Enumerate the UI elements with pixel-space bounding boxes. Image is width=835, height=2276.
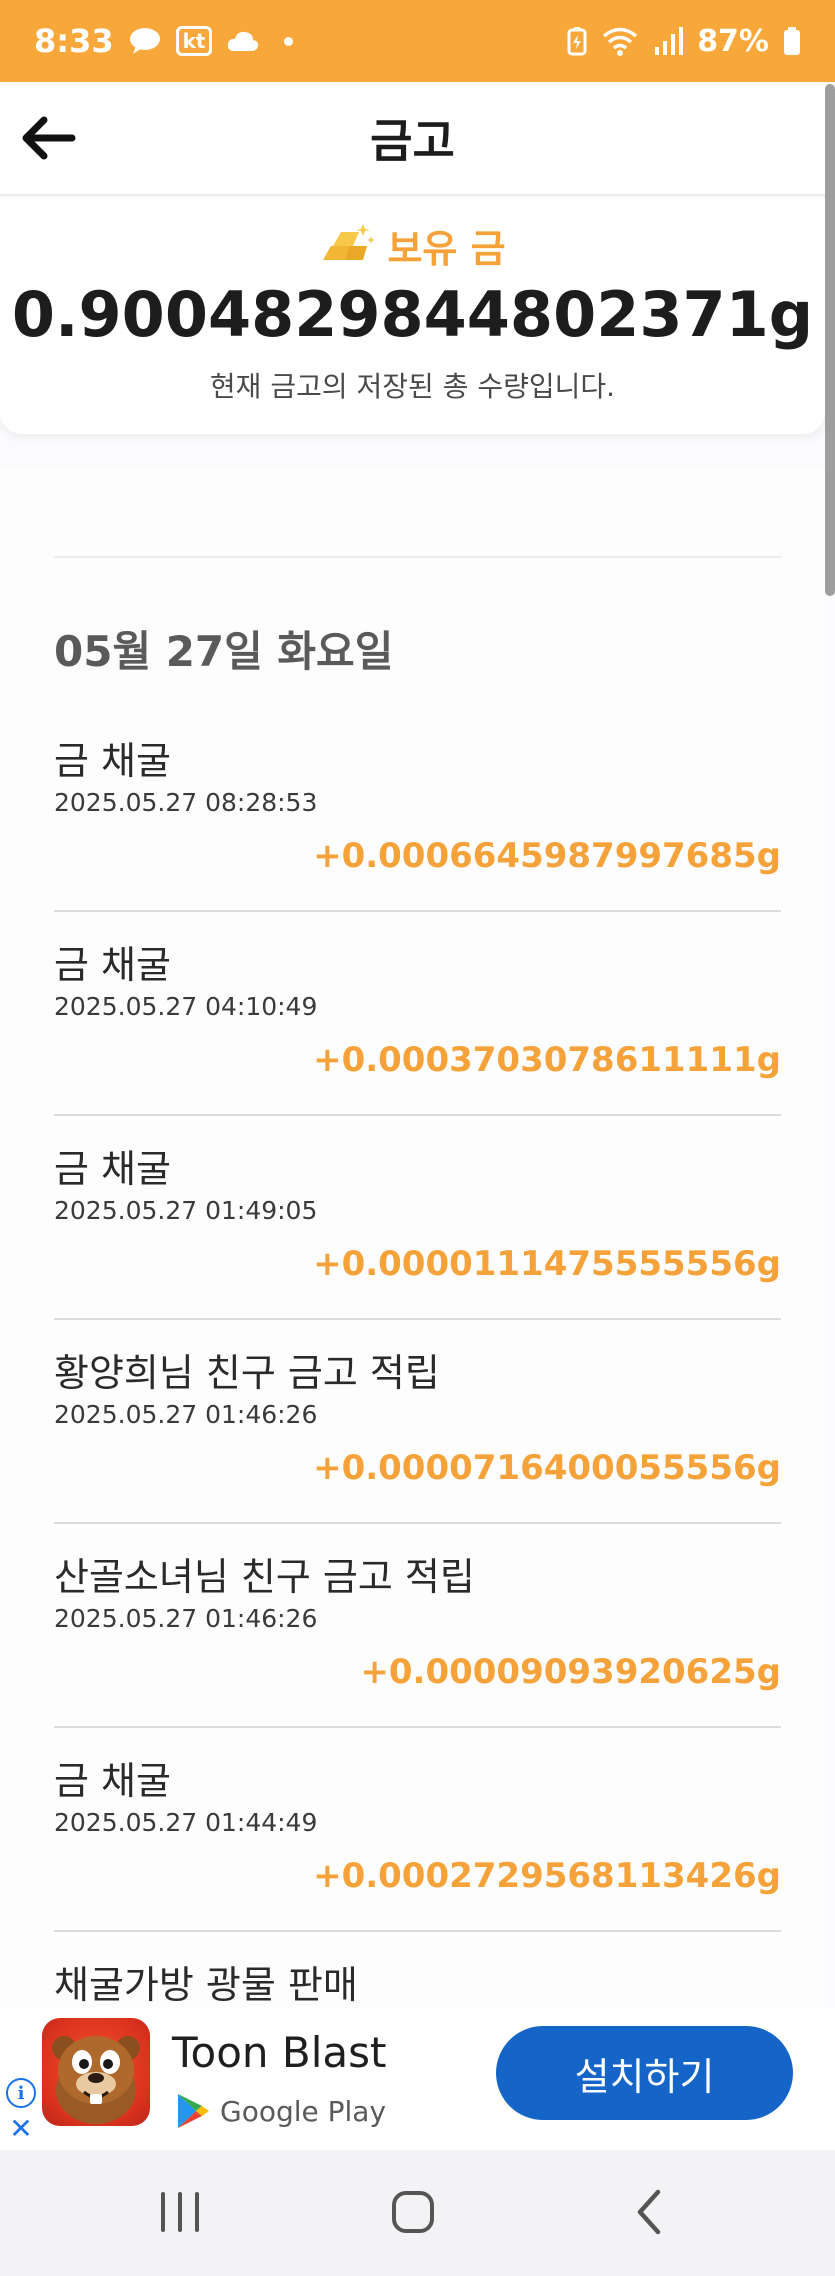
balance-description: 현재 금고의 저장된 총 수량입니다. [209,370,616,403]
page-title: 금고 [370,114,455,168]
app-icon[interactable] [42,2018,150,2126]
list-item[interactable]: 금 채굴 2025.05.27 08:28:53 +0.000664598799… [54,708,781,912]
entry-amount: +0.0006645987997685g [313,836,781,876]
entry-time: 2025.05.27 04:10:49 [54,992,318,1021]
app-header: 금고 [0,82,825,196]
recent-apps-button[interactable] [145,2182,215,2242]
list-item[interactable]: 채굴가방 광물 판매 [54,1932,781,2020]
list-item[interactable]: 금 채굴 2025.05.27 04:10:49 +0.000370307861… [54,912,781,1116]
balance-card: 보유 금 0.9004829844802371g 현재 금고의 저장된 총 수량… [0,198,825,434]
ad-app-name: Toon Blast [172,2028,387,2077]
ad-close-icon[interactable]: ✕ [8,2115,34,2143]
status-bar: 8:33 kt 87% [0,0,835,82]
entry-title: 금 채굴 [54,943,171,987]
chat-icon [128,26,162,56]
ad-store-label: Google Play [220,2094,387,2128]
cloud-icon [226,29,260,53]
scrollbar[interactable] [825,84,835,596]
entry-title: 금 채굴 [54,1147,171,1191]
chevron-left-icon [637,2189,661,2235]
back-button[interactable] [18,108,78,168]
ad-banner[interactable]: i ✕ Toon Blast Google Play 설치하기 [0,2008,835,2150]
date-header: 05월 27일 화요일 [54,627,394,676]
install-button[interactable]: 설치하기 [496,2026,793,2120]
back-arrow-icon [22,116,76,160]
system-nav-bar [0,2150,835,2276]
signal-icon [653,27,684,55]
balance-value: 0.9004829844802371g [11,278,814,351]
entry-time: 2025.05.27 01:46:26 [54,1604,318,1633]
divider [54,556,781,558]
entry-amount: +0.0000716400055556g [313,1448,781,1488]
balance-label: 보유 금 [387,226,506,271]
list-item[interactable]: 산골소녀님 친구 금고 적립 2025.05.27 01:46:26 +0.00… [54,1524,781,1728]
entry-title: 금 채굴 [54,739,171,783]
entry-time: 2025.05.27 01:46:26 [54,1400,318,1429]
google-play-icon [178,2094,209,2128]
home-icon [392,2191,434,2233]
beaver-icon [52,2036,140,2124]
list-item[interactable]: 금 채굴 2025.05.27 01:44:49 +0.000272956811… [54,1728,781,1932]
entry-title: 채굴가방 광물 판매 [54,1963,358,2007]
entry-amount: +0.0000111475555556g [313,1244,781,1284]
entry-time: 2025.05.27 08:28:53 [54,788,318,817]
battery-saver-icon [567,26,587,56]
ad-info-icon[interactable]: i [6,2078,36,2108]
recent-apps-icon [161,2192,199,2232]
back-nav-button[interactable] [614,2182,684,2242]
entry-title: 금 채굴 [54,1759,171,1803]
entry-amount: +0.0003703078611111g [313,1040,781,1080]
carrier-badge: kt [175,26,213,56]
notification-dot [284,36,294,46]
history-list: 05월 27일 화요일 금 채굴 2025.05.27 08:28:53 +0.… [0,470,825,2020]
entry-title: 황양희님 친구 금고 적립 [54,1351,440,1395]
home-button[interactable] [378,2182,448,2242]
gold-bars-icon [319,220,377,270]
list-item[interactable]: 금 채굴 2025.05.27 01:49:05 +0.000011147555… [54,1116,781,1320]
battery-icon [783,26,801,56]
wifi-icon [601,26,639,56]
entry-amount: +0.0002729568113426g [313,1856,781,1896]
battery-percent: 87% [697,23,769,59]
status-time: 8:33 [34,22,114,60]
entry-title: 산골소녀님 친구 금고 적립 [54,1555,475,1599]
ad-store: Google Play [176,2092,386,2130]
entry-time: 2025.05.27 01:49:05 [54,1196,318,1225]
entry-amount: +0.00009093920625g [360,1652,781,1692]
list-item[interactable]: 황양희님 친구 금고 적립 2025.05.27 01:46:26 +0.000… [54,1320,781,1524]
entry-time: 2025.05.27 01:44:49 [54,1808,318,1837]
